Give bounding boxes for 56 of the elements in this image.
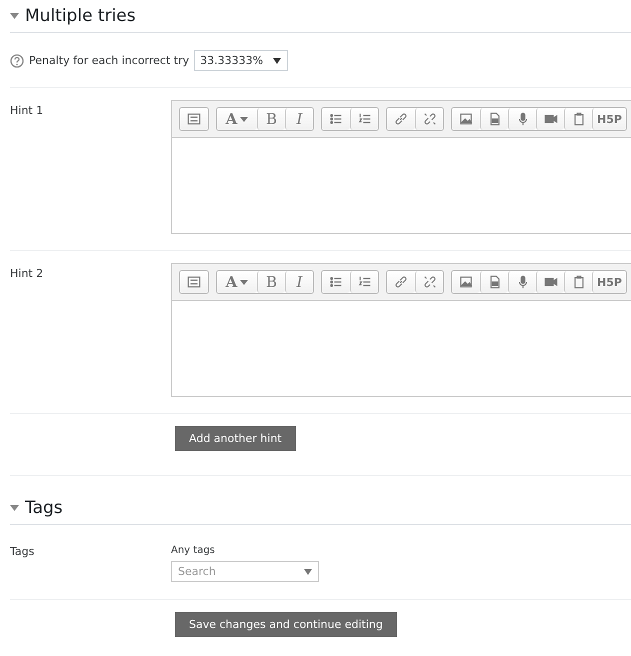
italic-button[interactable]: I [285, 108, 313, 130]
save-button[interactable]: Save changes and continue editing [175, 612, 397, 637]
broken-link-icon [422, 275, 436, 289]
bullet-list-icon [329, 275, 343, 289]
unlink-button[interactable] [415, 108, 443, 130]
field-label: Hint 1 [10, 103, 44, 117]
document-icon [488, 275, 502, 289]
numbers-button[interactable] [350, 271, 378, 293]
audio-button[interactable] [508, 271, 536, 293]
section-heading: Multiple tries [25, 6, 136, 26]
bold-button[interactable]: B [257, 271, 285, 293]
field-label: Tags [10, 545, 36, 558]
dropdown-caret-icon [304, 568, 312, 574]
keyboard-icon [187, 112, 201, 126]
files-button[interactable] [564, 108, 592, 130]
numbered-list-icon [358, 112, 372, 126]
document-icon [488, 112, 502, 126]
field-label: Penalty for each incorrect try [29, 54, 190, 67]
caret-icon [240, 116, 248, 122]
clipboard-icon [572, 112, 586, 126]
clipboard-icon [572, 275, 586, 289]
h5p-button[interactable]: H5P [592, 271, 626, 293]
broken-link-icon [422, 112, 436, 126]
audio-button[interactable] [508, 108, 536, 130]
media-button[interactable] [480, 108, 508, 130]
link-icon [394, 275, 408, 289]
image-icon [459, 112, 473, 126]
numbered-list-icon [358, 275, 372, 289]
caret-icon [240, 280, 248, 284]
keyboard-icon [187, 275, 201, 289]
italic-button[interactable]: I [285, 271, 313, 293]
help-icon[interactable] [10, 54, 24, 68]
bullet-list-icon [329, 112, 343, 126]
collapse-triangle-icon[interactable] [10, 505, 19, 511]
image-icon [459, 275, 473, 289]
unlink-button[interactable] [415, 271, 443, 293]
video-button[interactable] [536, 271, 564, 293]
files-button[interactable] [564, 271, 592, 293]
dropdown-caret-icon [273, 58, 282, 64]
penalty-select[interactable]: 33.33333% [194, 50, 288, 71]
text-editor[interactable]: A B I H5P [171, 100, 631, 234]
tag-search-field[interactable]: Search [171, 561, 319, 582]
video-button[interactable] [536, 108, 564, 130]
add-hint-button[interactable]: Add another hint [175, 426, 296, 451]
collapse-triangle-icon[interactable] [10, 13, 19, 19]
numbers-button[interactable] [350, 108, 378, 130]
link-icon [394, 112, 408, 126]
section-heading: Tags [25, 498, 63, 518]
video-camera-icon [544, 275, 558, 289]
text-editor[interactable]: A B I H5P [171, 263, 631, 397]
h5p-button[interactable]: H5P [592, 108, 626, 130]
field-label: Hint 2 [10, 266, 44, 280]
video-camera-icon [544, 112, 558, 126]
field-label: Any tags [171, 545, 216, 556]
media-button[interactable] [480, 271, 508, 293]
bold-button[interactable]: B [257, 108, 285, 130]
